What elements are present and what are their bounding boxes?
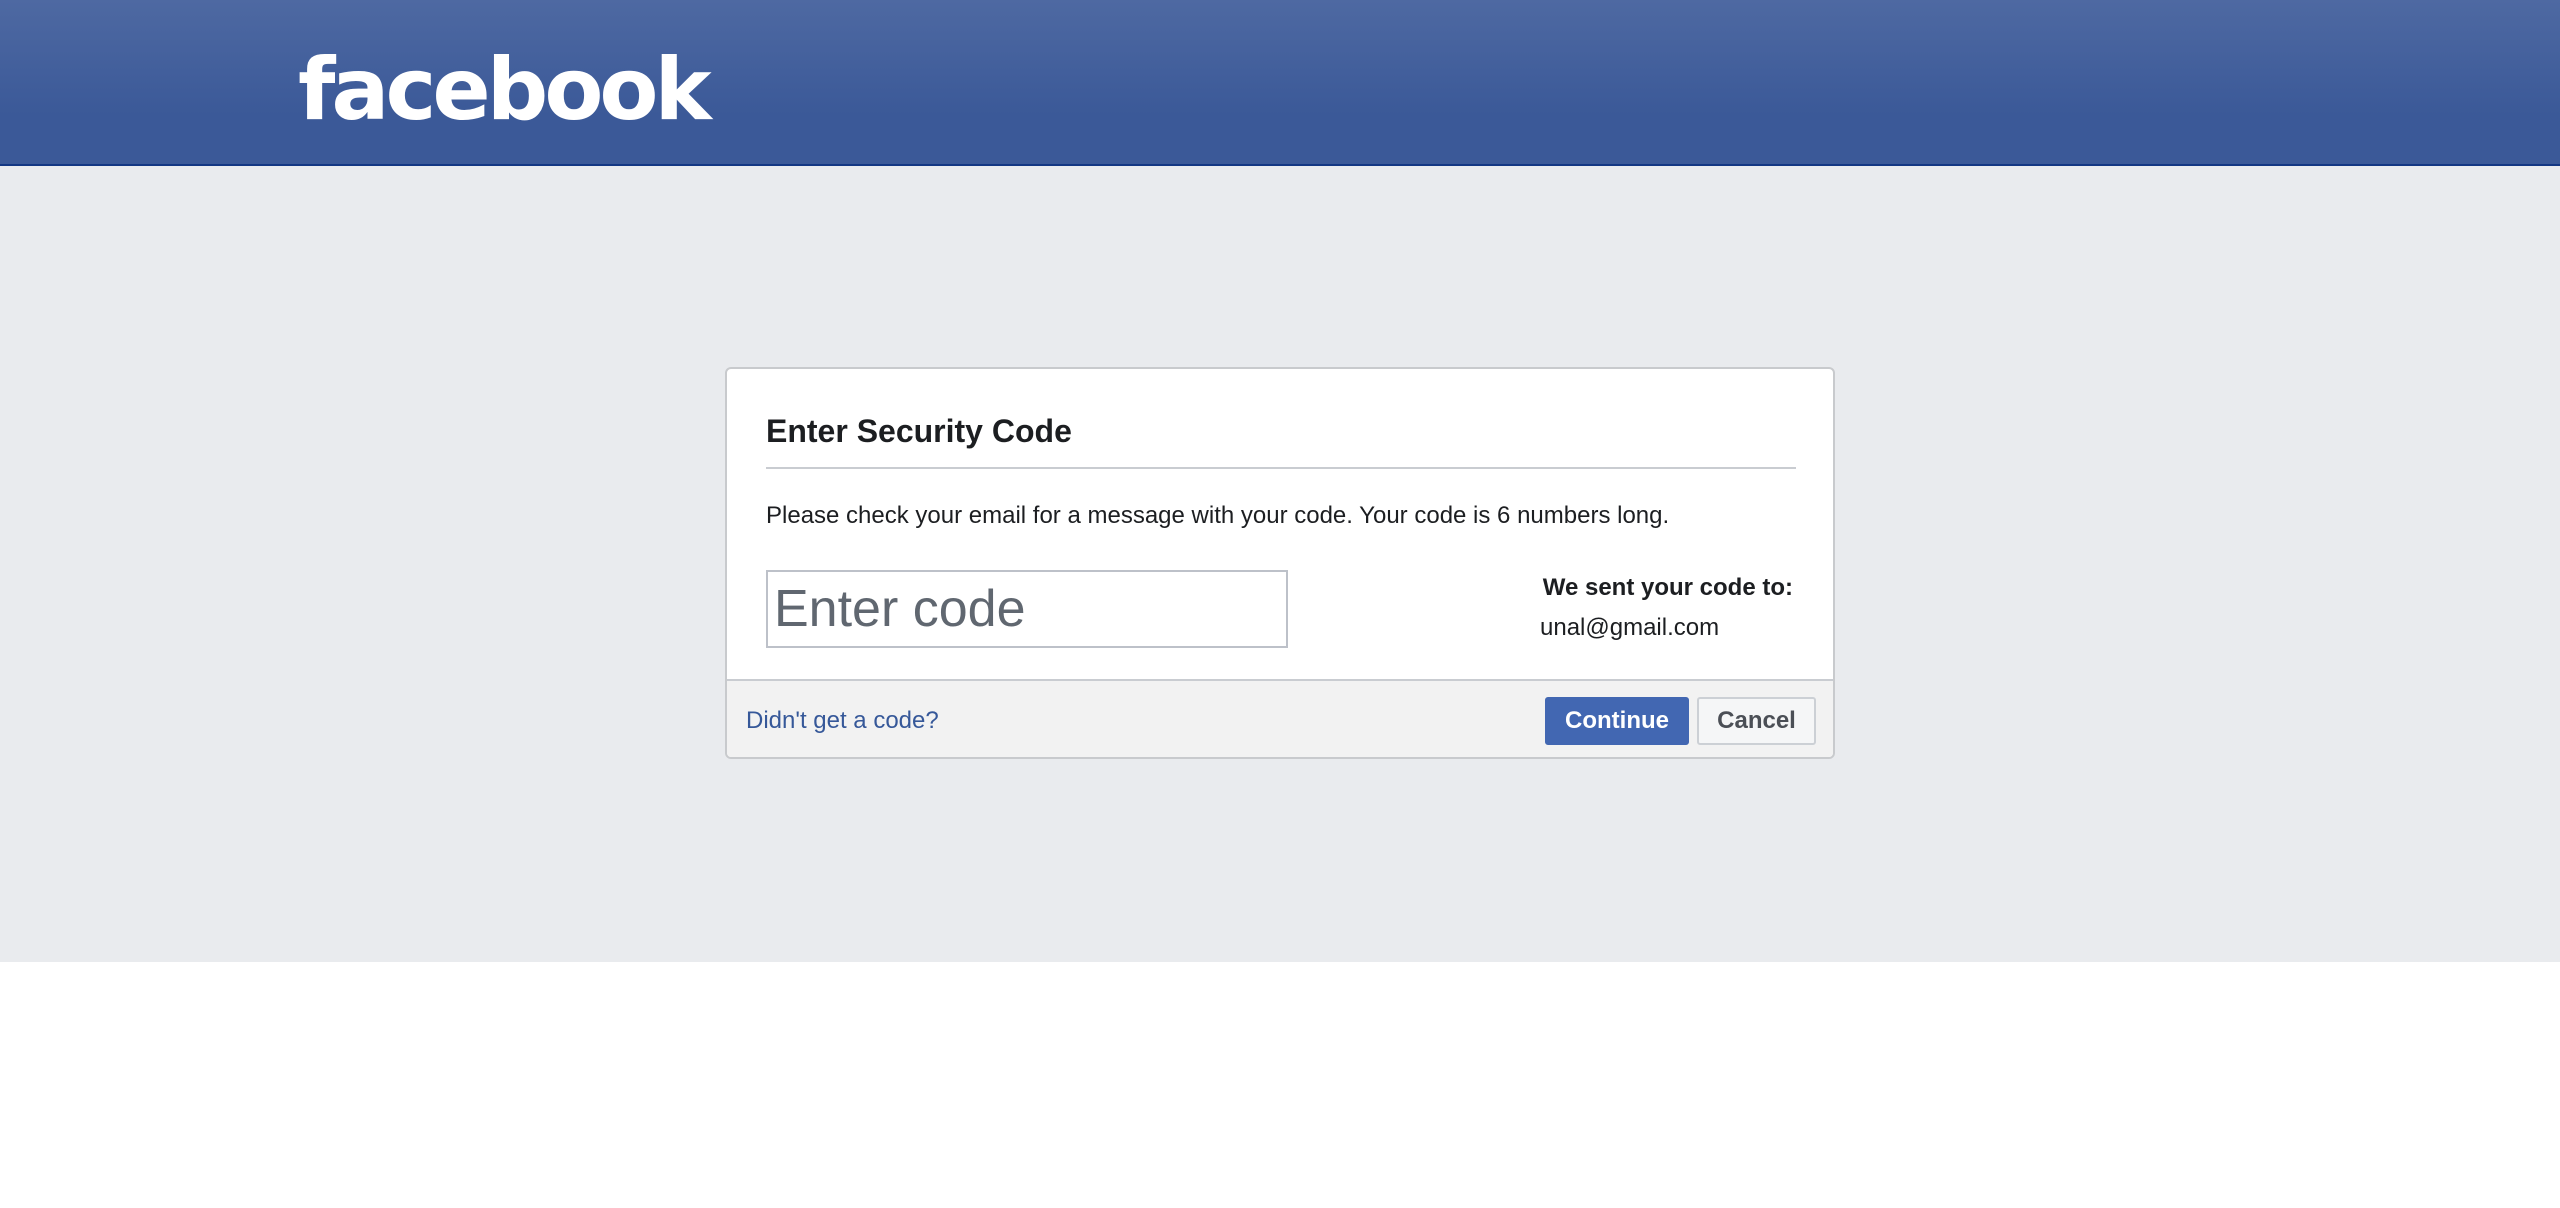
continue-button[interactable]: Continue: [1545, 697, 1689, 745]
security-code-input[interactable]: [766, 570, 1288, 648]
top-bar: facebook: [0, 0, 2560, 166]
dialog-footer: Didn't get a code? Continue Cancel: [727, 679, 1833, 757]
dialog-title: Enter Security Code: [766, 413, 1072, 449]
title-divider: [766, 467, 1796, 469]
sent-to-email: unal@gmail.com: [1540, 614, 1720, 641]
instructions-text: Please check your email for a message wi…: [766, 502, 1670, 529]
cancel-button[interactable]: Cancel: [1697, 697, 1816, 745]
didnt-get-code-link[interactable]: Didn't get a code?: [746, 705, 939, 737]
facebook-logo[interactable]: facebook: [298, 40, 712, 140]
security-code-dialog: Enter Security Code Please check your em…: [725, 367, 1835, 759]
sent-to-label: We sent your code to:: [1542, 574, 1793, 601]
